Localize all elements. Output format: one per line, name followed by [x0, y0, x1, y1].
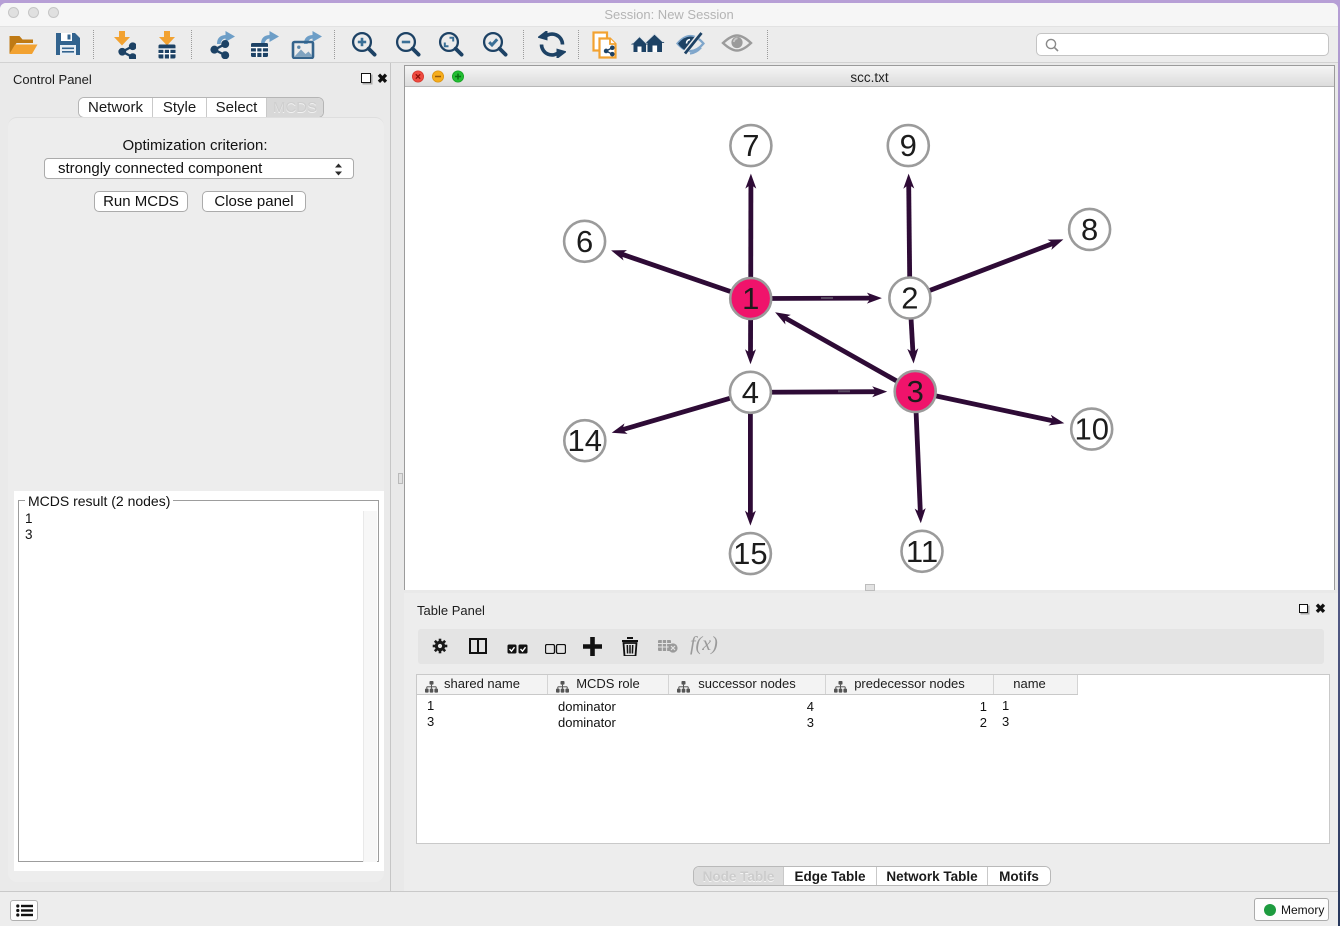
svg-text:8: 8	[1081, 212, 1098, 247]
svg-text:15: 15	[733, 536, 767, 571]
svg-text:6: 6	[576, 224, 593, 259]
svg-text:11: 11	[906, 534, 938, 569]
svg-text:10: 10	[1074, 412, 1108, 447]
svg-text:1: 1	[742, 281, 759, 316]
svg-text:3: 3	[907, 374, 924, 409]
svg-text:14: 14	[568, 423, 602, 458]
svg-text:7: 7	[742, 128, 759, 163]
svg-text:9: 9	[900, 128, 917, 163]
svg-text:4: 4	[742, 375, 759, 410]
svg-text:2: 2	[901, 281, 918, 316]
